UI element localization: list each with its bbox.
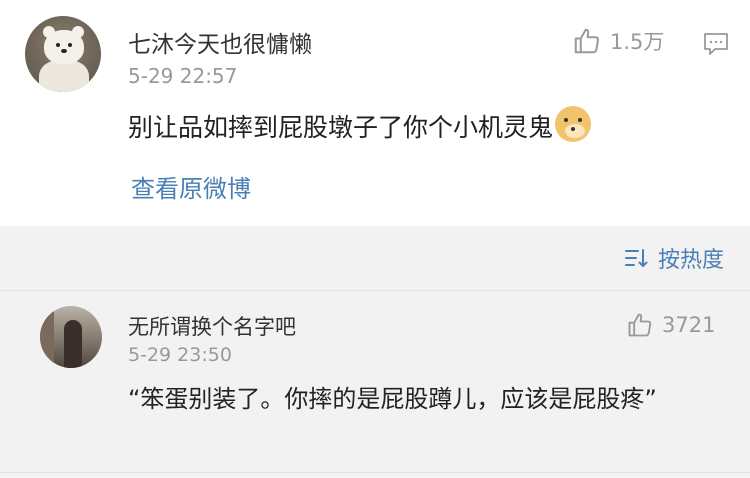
avatar-person	[64, 320, 82, 368]
like-button[interactable]: 1.5万	[572, 26, 664, 56]
comment-text: 别让品如摔到屁股墩子了你个小机灵鬼	[128, 106, 592, 144]
reply-timestamp: 5-29 23:50	[128, 344, 232, 366]
avatar-bear-body	[39, 60, 89, 92]
sort-icon	[624, 249, 648, 267]
comment-text-content: 别让品如摔到屁股墩子了你个小机灵鬼	[128, 113, 554, 142]
reply-username[interactable]: 无所谓换个名字吧	[128, 311, 296, 341]
reply-text: “笨蛋别装了。你摔的是屁股蹲儿，应该是屁股疼”	[128, 385, 657, 413]
view-original-link[interactable]: 查看原微博	[131, 169, 251, 204]
divider	[0, 472, 750, 473]
reply-like-count: 3721	[662, 313, 716, 337]
thumbs-up-icon	[628, 313, 652, 337]
main-comment-card: 七沐今天也很慵懒 5-29 22:57 1.5万 别让品如摔到屁股墩子了你个小机…	[0, 0, 750, 226]
sort-bar: 按热度	[0, 226, 750, 290]
reply-like-button[interactable]: 3721	[626, 311, 715, 339]
divider	[0, 290, 750, 291]
avatar-bear-eye	[56, 43, 60, 47]
doge-emoji-icon	[555, 106, 592, 142]
sort-label: 按热度	[657, 248, 724, 273]
like-count: 1.5万	[610, 30, 665, 54]
comment-icon[interactable]	[702, 31, 730, 61]
avatar-building	[40, 306, 54, 368]
thumbs-up-icon	[574, 28, 600, 54]
avatar[interactable]	[25, 16, 101, 92]
comment-username[interactable]: 七沐今天也很慵懒	[128, 25, 312, 59]
sort-by-hot-button[interactable]: 按热度	[624, 242, 724, 274]
reply-avatar[interactable]	[40, 306, 102, 368]
avatar-bear-nose	[61, 49, 67, 53]
comment-timestamp: 5-29 22:57	[128, 64, 238, 88]
avatar-bear-head	[44, 30, 84, 64]
avatar-bear-eye	[68, 43, 72, 47]
